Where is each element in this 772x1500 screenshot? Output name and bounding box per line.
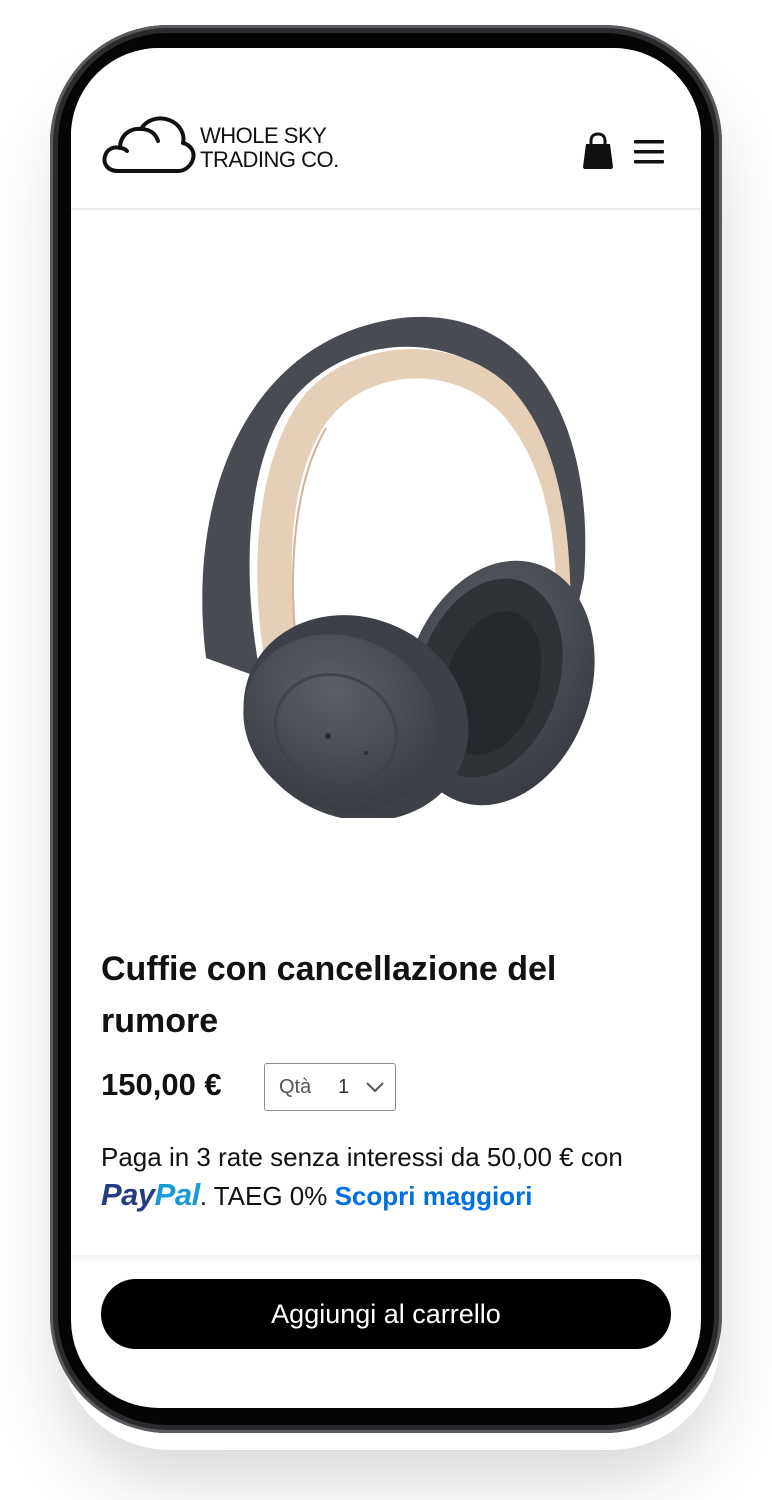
paypal-logo: PayPal <box>101 1177 200 1212</box>
add-to-cart-button[interactable]: Aggiungi al carrello <box>101 1279 671 1349</box>
paypal-installments-message: Paga in 3 rate senza interessi da 50,00 … <box>101 1138 691 1215</box>
cloud-icon <box>102 116 196 173</box>
paypal-text-after: . TAEG 0% <box>199 1181 335 1211</box>
logo-text: WHOLE SKY TRADING CO. <box>200 124 339 172</box>
headphones-product-image <box>202 316 595 818</box>
hamburger-menu-icon[interactable] <box>632 138 666 166</box>
learn-more-link[interactable]: Scopri maggiori <box>335 1181 533 1211</box>
quantity-select[interactable]: Qtà 1 <box>264 1063 396 1111</box>
store-logo[interactable]: WHOLE SKY TRADING CO. <box>102 114 402 180</box>
site-header: WHOLE SKY TRADING CO. <box>71 48 701 210</box>
quantity-label: Qtà <box>279 1076 312 1098</box>
paypal-text-before: Paga in 3 rate senza interessi da 50,00 … <box>101 1142 623 1172</box>
paypal-logo-pal: Pal <box>154 1177 201 1212</box>
logo-line-1: WHOLE SKY <box>200 123 327 148</box>
quantity-value: 1 <box>338 1076 350 1098</box>
screen: WHOLE SKY TRADING CO. Cuffie con cancell… <box>71 48 701 1408</box>
logo-line-2: TRADING CO. <box>200 147 339 172</box>
shopping-bag-icon[interactable] <box>581 132 615 170</box>
product-title: Cuffie con cancellazione del rumore <box>101 950 557 1040</box>
paypal-logo-pay: Pay <box>101 1177 155 1212</box>
section-divider <box>71 1255 701 1263</box>
chevron-down-icon <box>366 1082 384 1093</box>
product-price: 150,00 € <box>101 1067 222 1102</box>
